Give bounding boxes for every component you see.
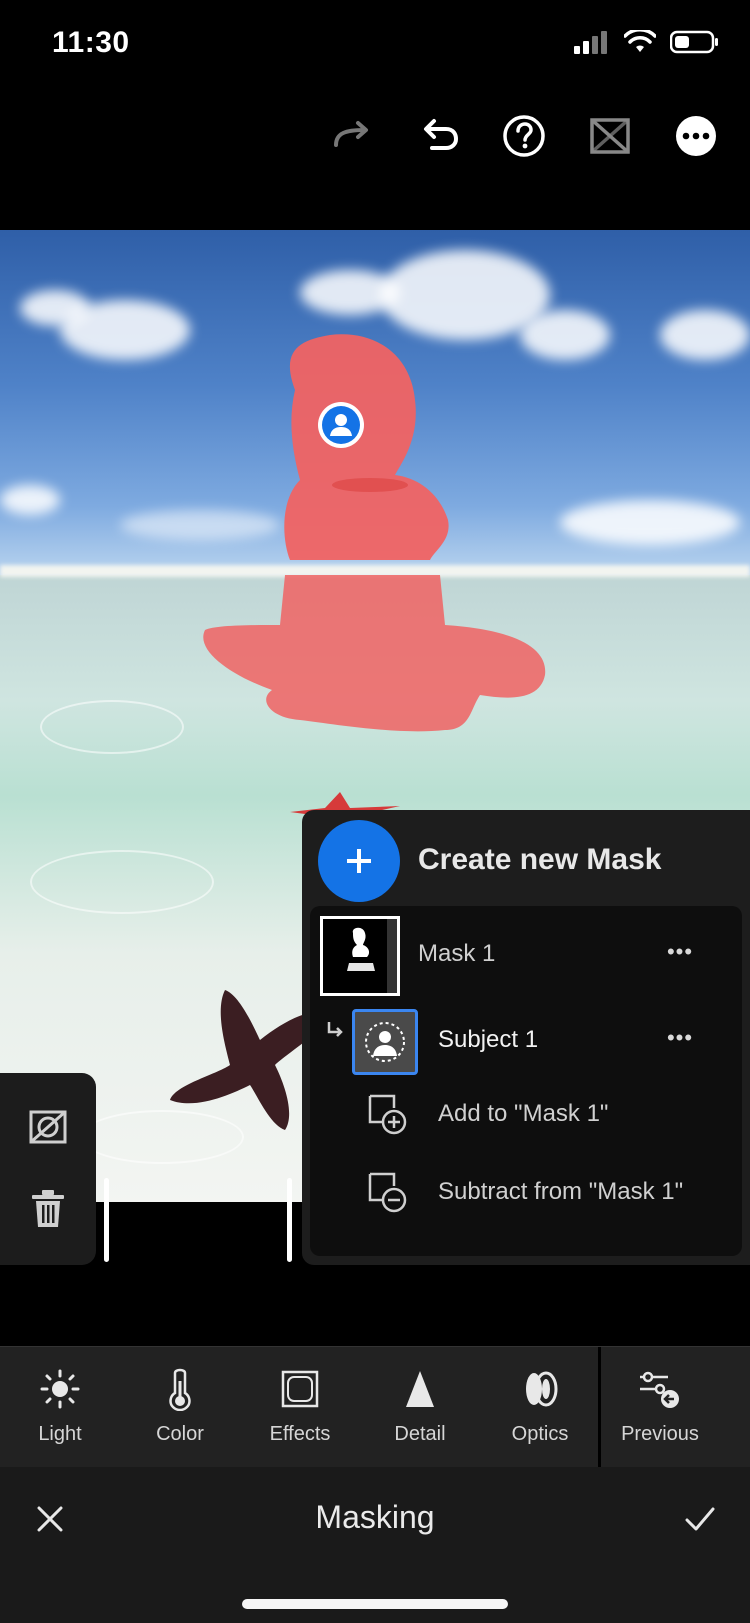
mask-list: Mask 1 ••• Subject 1 ••• Add to "Mask 1"… — [310, 906, 742, 1256]
tool-light-label: Light — [38, 1423, 82, 1445]
add-to-mask-row[interactable]: Add to "Mask 1" — [366, 1092, 608, 1136]
more-icon[interactable] — [670, 110, 722, 162]
subject-mask-overlay — [203, 334, 546, 732]
lens-icon — [518, 1367, 562, 1411]
mask-more-icon[interactable]: ••• — [660, 939, 700, 964]
effects-frame-icon — [278, 1367, 322, 1411]
left-crop-handle[interactable] — [104, 1178, 109, 1262]
tool-detail-label: Detail — [394, 1423, 446, 1445]
status-bar: 11:30 — [0, 0, 750, 95]
subtract-from-mask-row[interactable]: Subtract from "Mask 1" — [366, 1170, 683, 1214]
home-indicator[interactable] — [242, 1599, 508, 1609]
edit-tool-bar: Light Color Effects Detail Optics Previo… — [0, 1346, 750, 1467]
mask-overlay-toggle-icon[interactable] — [584, 110, 636, 162]
tool-light[interactable]: Light — [0, 1347, 120, 1467]
checkmark-icon[interactable] — [678, 1497, 722, 1541]
tool-color-label: Color — [156, 1423, 204, 1445]
subject-more-icon[interactable]: ••• — [660, 1025, 700, 1050]
tool-previous[interactable]: Previous — [600, 1347, 720, 1467]
mask-thumbnail[interactable] — [320, 916, 400, 996]
sun-icon — [38, 1367, 82, 1411]
status-time: 11:30 — [52, 26, 130, 59]
subject-thumbnail[interactable] — [352, 1009, 418, 1075]
top-toolbar — [326, 110, 722, 162]
tool-effects[interactable]: Effects — [240, 1347, 360, 1467]
tool-color[interactable]: Color — [120, 1347, 240, 1467]
mask-panel: Create new Mask Mask 1 ••• Subject 1 •••… — [302, 810, 750, 1265]
add-to-mask-label: Add to "Mask 1" — [438, 1100, 609, 1127]
right-crop-handle[interactable] — [287, 1178, 292, 1262]
help-icon[interactable] — [498, 110, 550, 162]
tool-optics-label: Optics — [511, 1423, 569, 1445]
redo-icon[interactable] — [326, 110, 378, 162]
tool-effects-label: Effects — [269, 1423, 331, 1445]
child-arrow-icon — [327, 1022, 343, 1037]
triangle-icon — [398, 1367, 442, 1411]
masking-footer: Masking — [0, 1467, 750, 1623]
masking-title: Masking — [315, 1499, 435, 1535]
subject-pin-icon[interactable] — [318, 402, 364, 448]
cellular-signal-icon — [574, 30, 610, 59]
subject-component-name[interactable]: Subject 1 — [438, 1026, 538, 1054]
create-mask-label[interactable]: Create new Mask — [418, 843, 661, 877]
battery-icon — [669, 30, 720, 59]
app-screen: 11:30 Create new Mask Mask 1 ••• Subject… — [0, 0, 750, 1623]
thermometer-icon — [158, 1367, 202, 1411]
tool-detail[interactable]: Detail — [360, 1347, 480, 1467]
undo-icon[interactable] — [412, 110, 464, 162]
subtract-from-mask-label: Subtract from "Mask 1" — [438, 1178, 684, 1205]
previous-sliders-icon — [638, 1367, 682, 1411]
tool-optics[interactable]: Optics — [480, 1347, 600, 1467]
add-mask-icon — [366, 1092, 410, 1136]
tool-previous-label: Previous — [621, 1423, 699, 1445]
wifi-icon — [623, 28, 657, 59]
mask-name[interactable]: Mask 1 — [418, 940, 495, 968]
invert-mask-icon[interactable] — [24, 1103, 72, 1151]
status-icons — [574, 28, 720, 59]
mask-tools-panel — [0, 1073, 96, 1265]
subtract-mask-icon — [366, 1170, 410, 1214]
create-mask-button[interactable] — [318, 820, 400, 902]
delete-mask-icon[interactable] — [24, 1185, 72, 1233]
